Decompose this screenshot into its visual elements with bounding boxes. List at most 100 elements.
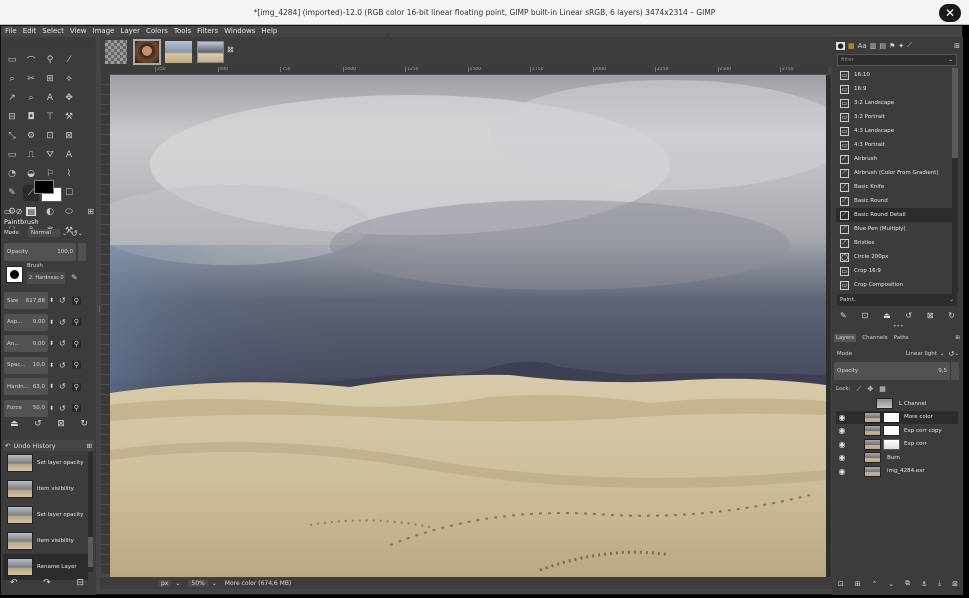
image-tab-thumbnail-active[interactable]: [197, 41, 224, 63]
brush-item[interactable]: ▭ 16:10: [836, 68, 952, 82]
tool-button[interactable]: ⊟: [4, 109, 20, 125]
dynamics-tab-icon[interactable]: ✦: [898, 42, 904, 50]
dynamics-link-icon[interactable]: ⚲: [71, 404, 81, 413]
brush-item[interactable]: ⟋ Airbrush (Color From Gradient): [836, 166, 952, 180]
tool-button[interactable]: ◔: [4, 166, 20, 182]
spin-icon[interactable]: ⬍: [49, 297, 55, 304]
reset-icon[interactable]: ↺: [59, 382, 66, 391]
brush-item[interactable]: ▭ 3:2 Landscape: [836, 96, 952, 110]
redo-icon[interactable]: ↷: [43, 578, 51, 588]
undo-history-title[interactable]: Undo History: [13, 442, 55, 450]
tool-button[interactable]: ⟡: [61, 71, 77, 87]
anchor-layer-icon[interactable]: ⚓: [921, 580, 927, 588]
tool-button[interactable]: ▭: [4, 147, 20, 163]
brush-category-select[interactable]: Paint. ⌄: [837, 294, 957, 306]
menu-filters[interactable]: Filters: [197, 26, 218, 37]
brush-item[interactable]: ◯ Circle 200px: [836, 250, 952, 264]
brush-item[interactable]: ▭ 3:2 Portrait: [836, 110, 952, 124]
restore-options-icon[interactable]: ↺: [34, 419, 42, 429]
brush-item[interactable]: ⟋ Airbrush: [836, 152, 952, 166]
horizontal-ruler[interactable]: 250 500 750 1000 1250 1500 1750 2000 2250 2500 275…: [110, 67, 828, 75]
dock-resize-handle[interactable]: ⋮: [96, 305, 103, 317]
brush-item[interactable]: ⟋ Blue Pen (Multiply): [836, 222, 952, 236]
tool-button[interactable]: ☐: [61, 185, 77, 201]
menu-windows[interactable]: Windows: [224, 26, 255, 37]
tool-button[interactable]: ✥: [61, 90, 77, 106]
layer-row[interactable]: ◉ img_4284.exr: [836, 465, 958, 479]
reset-icon[interactable]: ↺: [59, 296, 66, 305]
tool-presets-tab-icon[interactable]: ⚑: [889, 42, 895, 50]
brush-item[interactable]: ⟋ Basic Round Detail: [836, 208, 952, 222]
reset-icon[interactable]: ↺: [59, 339, 66, 348]
tool-button[interactable]: ⚙: [23, 128, 39, 144]
tool-button[interactable]: ⁄: [61, 52, 77, 68]
brush-filter-input[interactable]: filter ⌄: [837, 54, 957, 66]
brush-item[interactable]: ▭ 16:9: [836, 82, 952, 96]
dynamics-link-icon[interactable]: ⚲: [71, 296, 81, 305]
clear-history-icon[interactable]: ⊟: [76, 578, 84, 588]
menu-colors[interactable]: Colors: [146, 26, 168, 37]
reset-icon[interactable]: ↺: [59, 361, 66, 370]
configure-tab-icon[interactable]: ⊞: [87, 207, 94, 216]
opacity-slider[interactable]: Opacity 100,0: [4, 243, 76, 261]
image-canvas[interactable]: [110, 75, 826, 577]
undo-history-scrollbar[interactable]: [88, 452, 93, 572]
history-item[interactable]: Rename Layer: [3, 554, 88, 580]
gradients-tab-icon[interactable]: ▥: [870, 42, 877, 50]
spin-icon[interactable]: ⬍: [49, 340, 55, 347]
reset-icon[interactable]: ↺: [59, 318, 66, 327]
lock-position-icon[interactable]: ✥: [867, 385, 873, 393]
menu-layer[interactable]: Layer: [120, 26, 140, 37]
tool-button[interactable]: ⌒: [23, 52, 39, 68]
image-tab-thumbnail[interactable]: [165, 41, 192, 63]
layer-row[interactable]: ◉ Exp corr: [836, 438, 958, 452]
lock-alpha-icon[interactable]: ▦: [879, 385, 886, 393]
edit-brush-icon[interactable]: ✎: [840, 311, 847, 320]
new-layer-icon[interactable]: ⊞: [855, 580, 861, 588]
eye-icon[interactable]: ◉: [836, 440, 848, 449]
ruler-corner[interactable]: [101, 67, 110, 75]
chevron-up-icon[interactable]: ⌃: [872, 580, 878, 588]
tool-button[interactable]: ⊡: [42, 128, 58, 144]
tab-channels[interactable]: Channels: [862, 335, 887, 341]
configure-tab-icon[interactable]: ⊞: [955, 335, 960, 341]
reset-icon[interactable]: ↺: [59, 404, 66, 413]
edit-brush-icon[interactable]: ✎: [71, 273, 78, 282]
spin-icon[interactable]: ⬍: [49, 383, 55, 390]
image-tab-thumbnail[interactable]: [133, 39, 161, 65]
chevron-down-icon[interactable]: ⌄: [888, 580, 894, 588]
brush-item[interactable]: ⟋ Basic Knife: [836, 180, 952, 194]
brushes-scrollbar[interactable]: [952, 68, 958, 294]
canvas-vscrollbar[interactable]: [826, 75, 831, 577]
tool-options-tab-icon[interactable]: ▭: [4, 207, 12, 216]
paint-tab-icon[interactable]: ⟋: [907, 41, 912, 50]
tool-button[interactable]: ⚒: [61, 109, 77, 125]
menu-select[interactable]: Select: [42, 26, 64, 37]
dynamics-link-icon[interactable]: ⚲: [71, 318, 81, 327]
reset-icon[interactable]: ↺: [71, 229, 78, 238]
history-item[interactable]: Item visibility: [3, 528, 88, 554]
duplicate-layer-icon[interactable]: ⧉: [905, 579, 910, 588]
menu-view[interactable]: View: [70, 26, 87, 37]
tool-button[interactable]: ⊤: [42, 109, 58, 125]
layer-row[interactable]: ◉ Burn: [836, 451, 958, 465]
close-icon[interactable]: ✕: [939, 4, 961, 22]
eye-icon[interactable]: ◉: [836, 413, 848, 422]
menu-help[interactable]: Help: [261, 26, 277, 37]
menu-image[interactable]: Image: [93, 26, 115, 37]
opacity-scrollbar[interactable]: [78, 243, 86, 261]
save-options-icon[interactable]: ⏏: [10, 419, 19, 429]
size-slider[interactable]: Size 617,88: [4, 292, 48, 310]
tool-button[interactable]: ↗: [4, 90, 20, 106]
configure-tab-icon[interactable]: ⊞: [87, 442, 92, 450]
device-status-tab-icon[interactable]: ⊘: [16, 207, 23, 216]
eye-icon[interactable]: ◉: [836, 467, 848, 476]
delete-layer-icon[interactable]: ⊠: [952, 580, 958, 588]
new-layer-group-icon[interactable]: ⊡: [838, 580, 844, 588]
layer-row[interactable]: L Channel: [836, 397, 958, 411]
tool-button[interactable]: ◘: [23, 109, 39, 125]
palettes-tab-icon[interactable]: ▤: [879, 42, 886, 50]
image-tab-thumbnail[interactable]: [105, 40, 127, 64]
hardness-slider[interactable]: Hardn... 63,0: [4, 378, 48, 396]
brush-item[interactable]: ▭ Crop 16:9: [836, 264, 952, 278]
